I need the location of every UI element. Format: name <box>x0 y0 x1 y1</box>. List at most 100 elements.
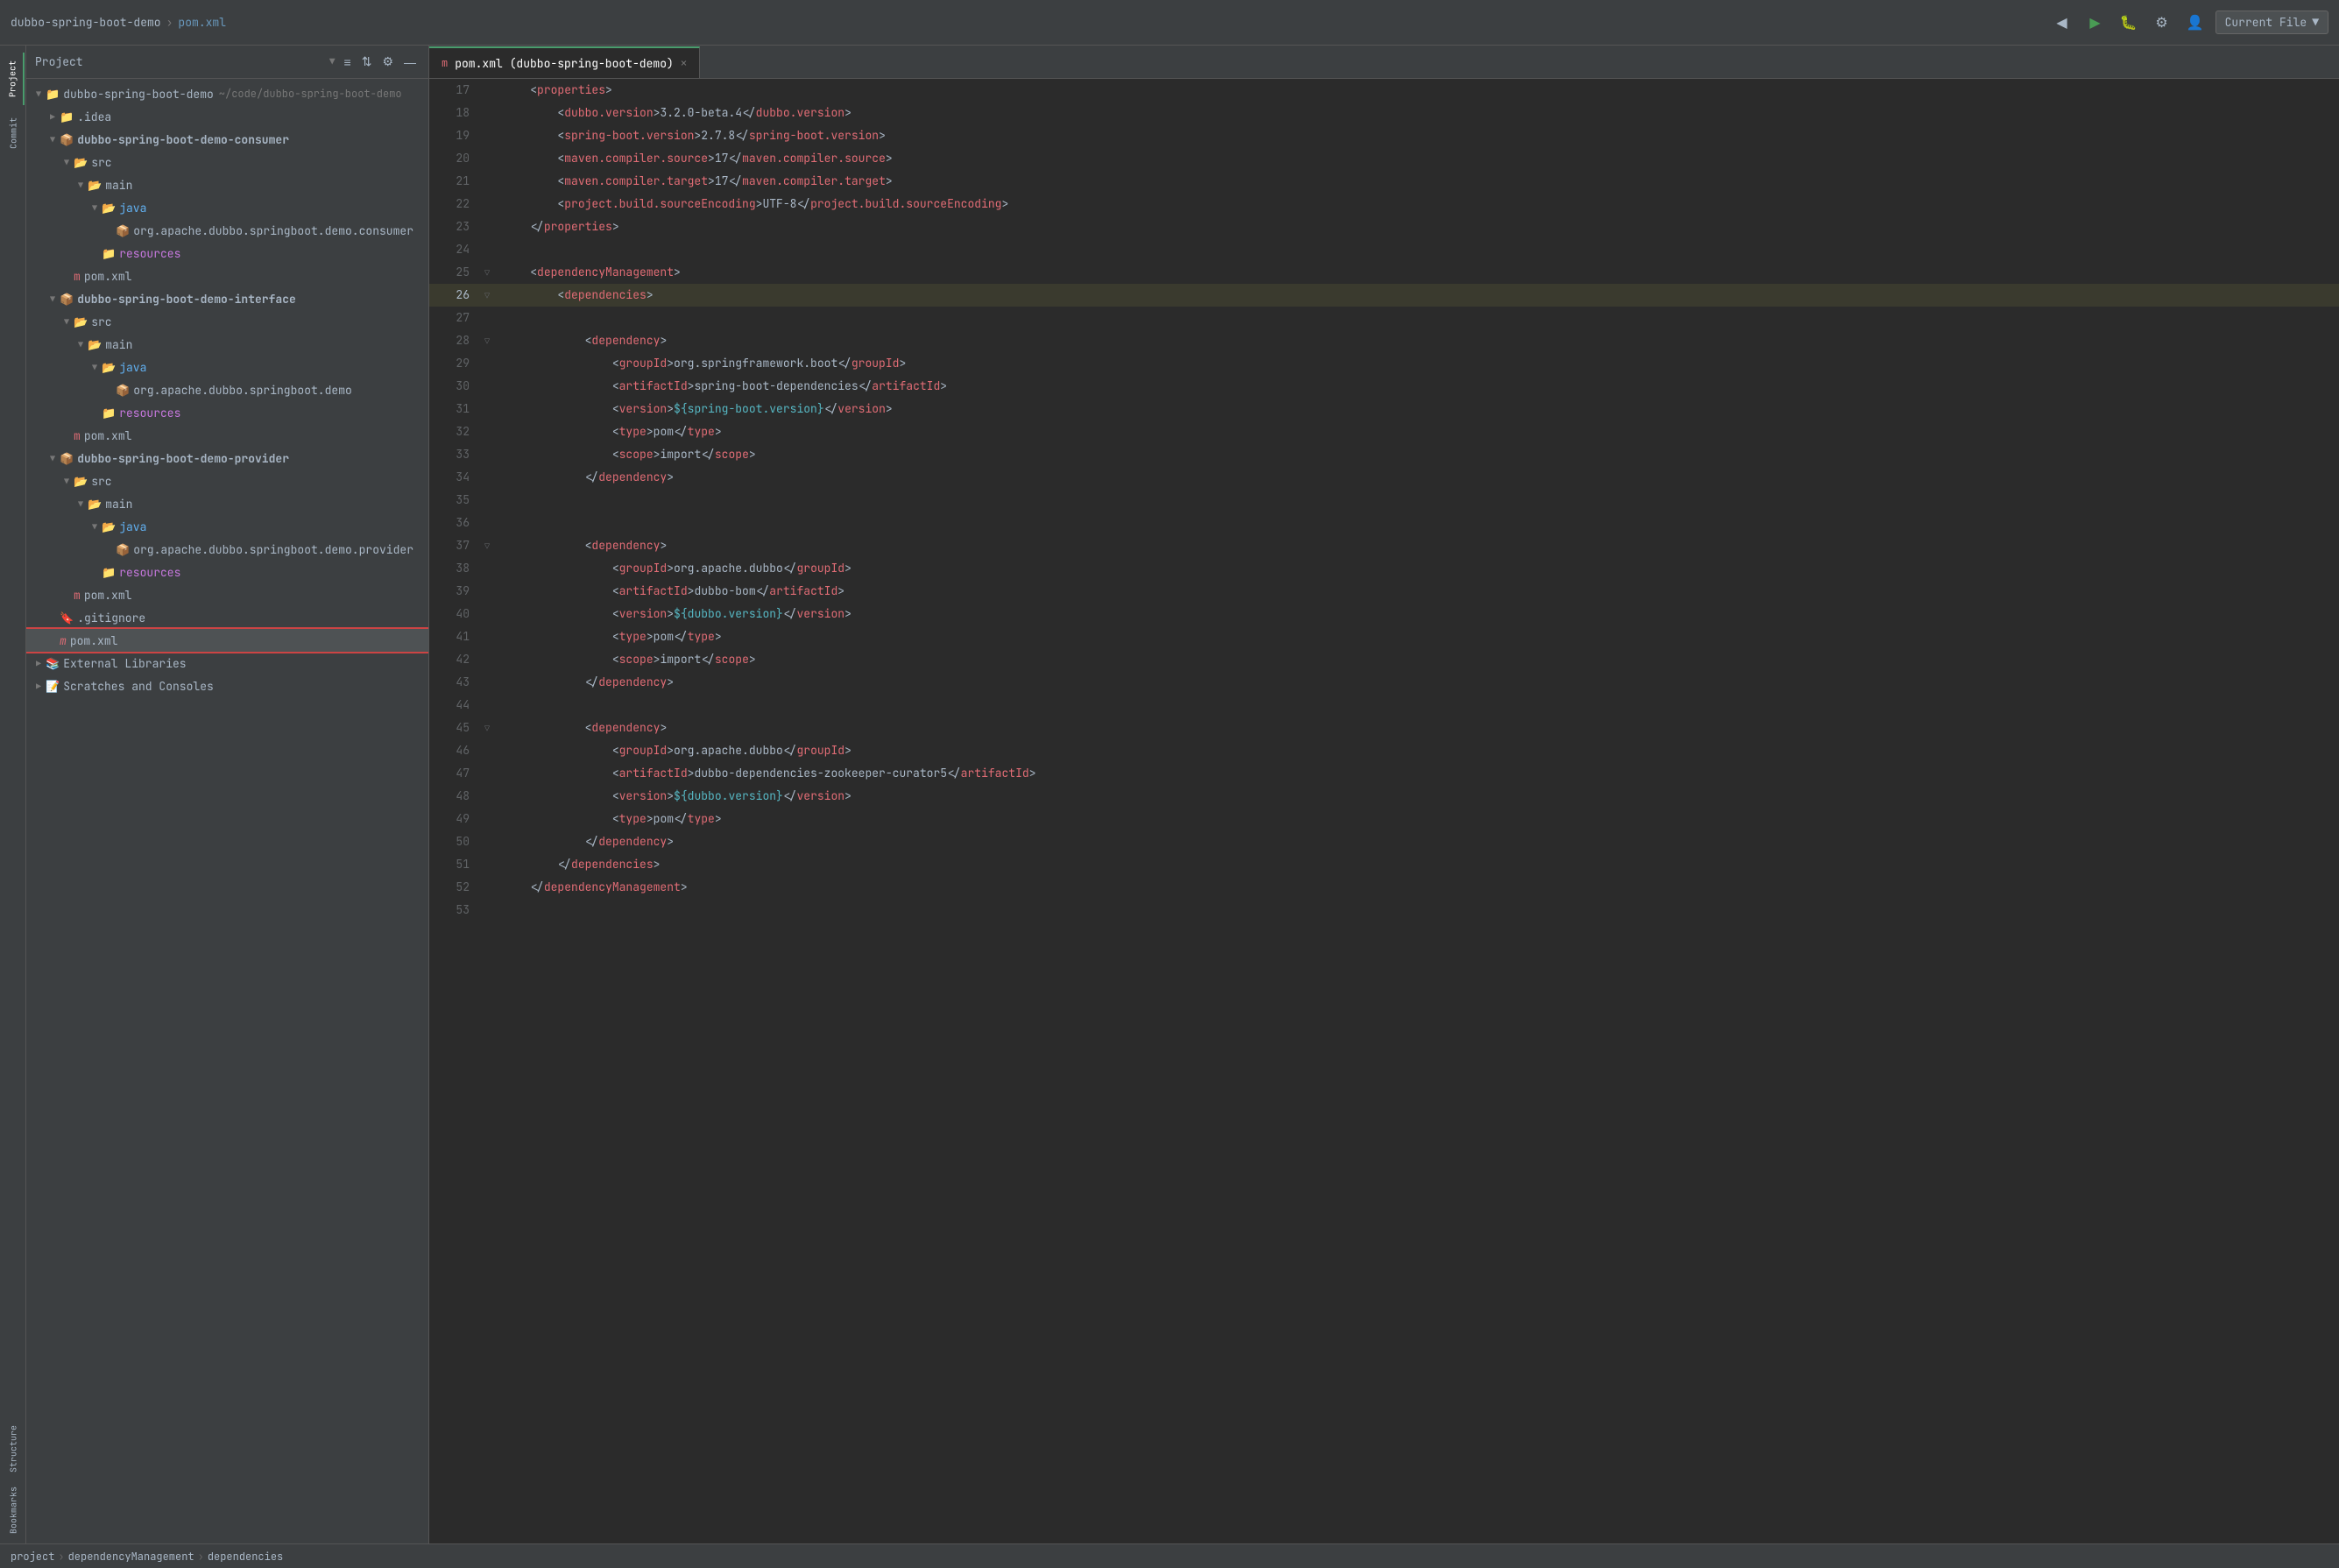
code-content-38[interactable]: <groupId>org.apache.dubbo</groupId> <box>496 557 2339 580</box>
code-content-50[interactable]: </dependency> <box>496 830 2339 853</box>
code-content-44[interactable] <box>496 694 2339 717</box>
tree-interface-pkg[interactable]: ▶ 📦 org.apache.dubbo.springboot.demo <box>26 378 428 401</box>
activity-commit[interactable]: Commit <box>2 107 25 159</box>
activity-project[interactable]: Project <box>2 53 25 105</box>
code-content-17[interactable]: <properties> <box>496 79 2339 102</box>
code-content-19[interactable]: <spring-boot.version>2.7.8</spring-boot.… <box>496 124 2339 147</box>
code-content-32[interactable]: <type>pom</type> <box>496 420 2339 443</box>
gutter-26[interactable]: ▽ <box>478 284 496 307</box>
gutter-37[interactable]: ▽ <box>478 534 496 557</box>
provider-arrow-icon: ▼ <box>46 453 60 464</box>
sidebar-dropdown-icon[interactable]: ▼ <box>329 56 336 68</box>
tree-interface-main[interactable]: ▼ 📂 main <box>26 333 428 356</box>
tree-consumer-java[interactable]: ▼ 📂 java <box>26 196 428 219</box>
code-line-43: 43 </dependency> <box>429 671 2339 694</box>
code-content-35[interactable] <box>496 489 2339 512</box>
tree-interface-res[interactable]: ▶ 📁 resources <box>26 401 428 424</box>
code-content-29[interactable]: <groupId>org.springframework.boot</group… <box>496 352 2339 375</box>
consumer-module-icon: 📦 <box>60 132 74 147</box>
breadcrumb-file[interactable]: pom.xml <box>178 15 226 30</box>
ext-libs-label: External Libraries <box>63 656 186 671</box>
code-content-39[interactable]: <artifactId>dubbo-bom</artifactId> <box>496 580 2339 603</box>
code-content-22[interactable]: <project.build.sourceEncoding>UTF-8</pro… <box>496 193 2339 215</box>
back-button[interactable]: ◀ <box>2049 10 2075 36</box>
tree-interface-java[interactable]: ▼ 📂 java <box>26 356 428 378</box>
tree-root-pom[interactable]: ▶ m pom.xml <box>26 629 428 652</box>
code-content-23[interactable]: </properties> <box>496 215 2339 238</box>
tree-consumer-res[interactable]: ▶ 📁 resources <box>26 242 428 265</box>
run-button[interactable]: ▶ <box>2082 10 2109 36</box>
collapse-all-button[interactable]: ≡ <box>341 53 355 71</box>
code-content-45[interactable]: <dependency> <box>496 717 2339 739</box>
gear-button[interactable]: ⚙ <box>378 53 397 71</box>
tree-consumer-pkg[interactable]: ▶ 📦 org.apache.dubbo.springboot.demo.con… <box>26 219 428 242</box>
gutter-51 <box>478 853 496 876</box>
code-content-42[interactable]: <scope>import</scope> <box>496 648 2339 671</box>
activity-bookmarks[interactable]: Bookmarks <box>2 1484 25 1536</box>
code-content-18[interactable]: <dubbo.version>3.2.0-beta.4</dubbo.versi… <box>496 102 2339 124</box>
code-content-41[interactable]: <type>pom</type> <box>496 625 2339 648</box>
tree-consumer-src[interactable]: ▼ 📂 src <box>26 151 428 173</box>
tree-consumer[interactable]: ▼ 📦 dubbo-spring-boot-demo-consumer <box>26 128 428 151</box>
code-content-24[interactable] <box>496 238 2339 261</box>
tree-provider-java[interactable]: ▼ 📂 java <box>26 515 428 538</box>
profile-button[interactable]: 👤 <box>2182 10 2208 36</box>
tree-gitignore[interactable]: ▶ 🔖 .gitignore <box>26 606 428 629</box>
tree-interface[interactable]: ▼ 📦 dubbo-spring-boot-demo-interface <box>26 287 428 310</box>
tab-close-button[interactable]: ✕ <box>681 56 687 70</box>
code-content-27[interactable] <box>496 307 2339 329</box>
current-file-dropdown[interactable]: Current File ▼ <box>2215 11 2328 34</box>
code-content-28[interactable]: <dependency> <box>496 329 2339 352</box>
gutter-53 <box>478 899 496 922</box>
code-content-40[interactable]: <version>${dubbo.version}</version> <box>496 603 2339 625</box>
code-line-22: 22 <project.build.sourceEncoding>UTF-8</… <box>429 193 2339 215</box>
tree-scratches[interactable]: ▶ 📝 Scratches and Consoles <box>26 675 428 697</box>
tree-provider-res[interactable]: ▶ 📁 resources <box>26 561 428 583</box>
tree-interface-src[interactable]: ▼ 📂 src <box>26 310 428 333</box>
bottom-bc-2[interactable]: dependencyManagement <box>68 1550 194 1564</box>
root-path: ~/code/dubbo-spring-boot-demo <box>219 87 402 101</box>
activity-structure[interactable]: Structure <box>2 1423 25 1475</box>
tree-provider[interactable]: ▼ 📦 dubbo-spring-boot-demo-provider <box>26 447 428 470</box>
bottom-bc-3[interactable]: dependencies <box>208 1550 283 1564</box>
code-content-49[interactable]: <type>pom</type> <box>496 808 2339 830</box>
code-content-52[interactable]: </dependencyManagement> <box>496 876 2339 899</box>
code-content-48[interactable]: <version>${dubbo.version}</version> <box>496 785 2339 808</box>
code-content-26[interactable]: <dependencies> <box>496 284 2339 307</box>
code-content-53[interactable] <box>496 899 2339 922</box>
tree-provider-src[interactable]: ▼ 📂 src <box>26 470 428 492</box>
code-content-31[interactable]: <version>${spring-boot.version}</version… <box>496 398 2339 420</box>
tree-consumer-main[interactable]: ▼ 📂 main <box>26 173 428 196</box>
tree-root[interactable]: ▼ 📁 dubbo-spring-boot-demo ~/code/dubbo-… <box>26 82 428 105</box>
code-content-30[interactable]: <artifactId>spring-boot-dependencies</ar… <box>496 375 2339 398</box>
tree-provider-main[interactable]: ▼ 📂 main <box>26 492 428 515</box>
code-content-20[interactable]: <maven.compiler.source>17</maven.compile… <box>496 147 2339 170</box>
code-content-46[interactable]: <groupId>org.apache.dubbo</groupId> <box>496 739 2339 762</box>
code-content-47[interactable]: <artifactId>dubbo-dependencies-zookeeper… <box>496 762 2339 785</box>
code-content-21[interactable]: <maven.compiler.target>17</maven.compile… <box>496 170 2339 193</box>
tree-provider-pkg[interactable]: ▶ 📦 org.apache.dubbo.springboot.demo.pro… <box>26 538 428 561</box>
code-content-34[interactable]: </dependency> <box>496 466 2339 489</box>
gutter-45[interactable]: ▽ <box>478 717 496 739</box>
gutter-28[interactable]: ▽ <box>478 329 496 352</box>
debug-button[interactable]: 🐛 <box>2116 10 2142 36</box>
code-content-37[interactable]: <dependency> <box>496 534 2339 557</box>
gutter-25[interactable]: ▽ <box>478 261 496 284</box>
breadcrumb-project[interactable]: dubbo-spring-boot-demo <box>11 15 161 30</box>
code-content-43[interactable]: </dependency> <box>496 671 2339 694</box>
tree-interface-pom[interactable]: ▶ m pom.xml <box>26 424 428 447</box>
close-sidebar-button[interactable]: — <box>400 53 420 71</box>
code-content-33[interactable]: <scope>import</scope> <box>496 443 2339 466</box>
settings-button[interactable]: ⚙ <box>2149 10 2175 36</box>
code-content-25[interactable]: <dependencyManagement> <box>496 261 2339 284</box>
tree-ext-libs[interactable]: ▶ 📚 External Libraries <box>26 652 428 675</box>
tree-consumer-pom[interactable]: ▶ m pom.xml <box>26 265 428 287</box>
tab-pom-xml[interactable]: m pom.xml (dubbo-spring-boot-demo) ✕ <box>429 46 700 78</box>
tree-provider-pom[interactable]: ▶ m pom.xml <box>26 583 428 606</box>
sort-button[interactable]: ⇅ <box>358 53 376 71</box>
code-line-23: 23 </properties> <box>429 215 2339 238</box>
code-content-51[interactable]: </dependencies> <box>496 853 2339 876</box>
tree-idea[interactable]: ▶ 📁 .idea <box>26 105 428 128</box>
code-content-36[interactable] <box>496 512 2339 534</box>
bottom-bc-1[interactable]: project <box>11 1550 54 1564</box>
